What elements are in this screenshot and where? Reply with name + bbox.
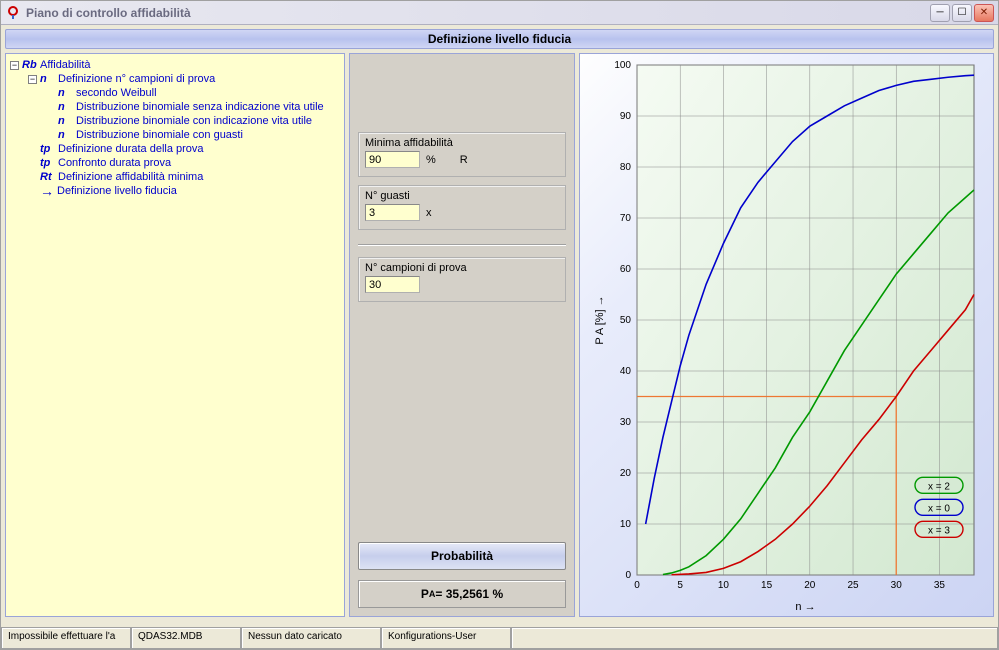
result-prefix: P	[421, 587, 429, 601]
field-failures: N° guasti x	[358, 185, 566, 230]
window-title: Piano di controllo affidabilità	[26, 6, 930, 20]
window-controls: ─ ☐ ✕	[930, 4, 994, 22]
line-chart: 0 5 10 15 20 25 30 35 0 10 20 30 40 50 60 70 80 90 100 n → P…	[589, 55, 984, 615]
tree-item[interactable]: tp Confronto durata prova	[10, 156, 340, 170]
svg-text:0: 0	[625, 570, 631, 581]
app-icon	[5, 5, 21, 21]
tp-icon: tp	[40, 157, 58, 169]
svg-text:5: 5	[677, 580, 683, 591]
tree-item[interactable]: Rt Definizione affidabilità minima	[10, 170, 340, 184]
chart-panel: 0 5 10 15 20 25 30 35 0 10 20 30 40 50 60 70 80 90 100 n → P…	[579, 53, 994, 617]
tree-label: Distribuzione binomiale senza indicazion…	[76, 101, 324, 113]
tree-item[interactable]: − n Definizione n° campioni di prova	[10, 72, 340, 86]
collapse-icon[interactable]: −	[28, 75, 37, 84]
tree-item[interactable]: tp Definizione durata della prova	[10, 142, 340, 156]
collapse-icon[interactable]: −	[10, 61, 19, 70]
svg-text:30: 30	[891, 580, 903, 591]
failures-input[interactable]	[365, 204, 420, 221]
navigation-tree[interactable]: − Rb Affidabilità − n Definizione n° cam…	[5, 53, 345, 617]
status-cell: QDAS32.MDB	[131, 628, 241, 649]
status-cell: Nessun dato caricato	[241, 628, 381, 649]
tree-label: Definizione affidabilità minima	[58, 171, 203, 183]
tree-label: Definizione livello fiducia	[57, 185, 177, 197]
status-cell-empty	[511, 628, 998, 649]
n-icon: n	[58, 129, 76, 141]
result-display: PA = 35,2561 %	[358, 580, 566, 608]
page-title: Definizione livello fiducia	[428, 32, 571, 46]
svg-text:20: 20	[620, 468, 632, 479]
samples-input[interactable]	[365, 276, 420, 293]
tree-label: Definizione n° campioni di prova	[58, 73, 215, 85]
tree-root[interactable]: − Rb Affidabilità	[10, 58, 340, 72]
tree-label: Distribuzione binomiale con guasti	[76, 129, 243, 141]
page-header: Definizione livello fiducia	[5, 29, 994, 49]
n-icon: n	[58, 87, 76, 99]
arrow-right-icon: →	[40, 186, 54, 196]
n-icon: n	[58, 115, 76, 127]
rt-icon: Rt	[40, 171, 58, 183]
svg-text:40: 40	[620, 366, 632, 377]
tree-item[interactable]: n secondo Weibull	[10, 86, 340, 100]
tree-item[interactable]: n Distribuzione binomiale senza indicazi…	[10, 100, 340, 114]
title-bar: Piano di controllo affidabilità ─ ☐ ✕	[1, 1, 998, 25]
svg-text:x = 2: x = 2	[928, 481, 950, 492]
main-area: − Rb Affidabilità − n Definizione n° cam…	[5, 53, 994, 617]
status-bar: Impossibile effettuare l'a QDAS32.MDB Ne…	[1, 627, 998, 649]
maximize-button[interactable]: ☐	[952, 4, 972, 22]
svg-text:n →: n →	[795, 601, 815, 613]
field-label: N° campioni di prova	[365, 262, 559, 274]
svg-text:35: 35	[934, 580, 946, 591]
svg-text:60: 60	[620, 264, 632, 275]
svg-text:25: 25	[847, 580, 859, 591]
suffix: R	[460, 154, 468, 166]
probability-button[interactable]: Probabilità	[358, 542, 566, 570]
field-samples: N° campioni di prova	[358, 257, 566, 302]
svg-text:10: 10	[620, 519, 632, 530]
rb-icon: Rb	[22, 59, 40, 71]
result-value: = 35,2561 %	[435, 587, 503, 601]
tree-label: Affidabilità	[40, 59, 91, 71]
tree-label: Distribuzione binomiale con indicazione …	[76, 115, 312, 127]
svg-text:x = 3: x = 3	[928, 525, 950, 536]
tree-label: secondo Weibull	[76, 87, 157, 99]
svg-text:15: 15	[761, 580, 773, 591]
svg-text:90: 90	[620, 111, 632, 122]
svg-text:50: 50	[620, 315, 632, 326]
field-label: N° guasti	[365, 190, 559, 202]
tree-item[interactable]: n Distribuzione binomiale con guasti	[10, 128, 340, 142]
tree-item[interactable]: n Distribuzione binomiale con indicazion…	[10, 114, 340, 128]
n-icon: n	[58, 101, 76, 113]
form-panel: Minima affidabilità % R N° guasti x N° c…	[349, 53, 575, 617]
svg-text:0: 0	[634, 580, 640, 591]
tree-label: Definizione durata della prova	[58, 143, 204, 155]
svg-text:P A [%] →: P A [%] →	[594, 295, 606, 344]
close-button[interactable]: ✕	[974, 4, 994, 22]
button-label: Probabilità	[431, 549, 493, 563]
n-icon: n	[40, 73, 58, 85]
status-cell: Impossibile effettuare l'a	[1, 628, 131, 649]
svg-text:20: 20	[804, 580, 816, 591]
unit: %	[426, 154, 436, 166]
field-label: Minima affidabilità	[365, 137, 559, 149]
tree-item-selected[interactable]: → Definizione livello fiducia	[10, 184, 340, 198]
svg-text:80: 80	[620, 162, 632, 173]
status-cell: Konfigurations-User	[381, 628, 511, 649]
svg-text:100: 100	[614, 60, 631, 71]
min-reliability-input[interactable]	[365, 151, 420, 168]
divider	[358, 244, 566, 245]
tp-icon: tp	[40, 143, 58, 155]
app-window: Piano di controllo affidabilità ─ ☐ ✕ De…	[0, 0, 999, 650]
field-min-reliability: Minima affidabilità % R	[358, 132, 566, 177]
minimize-button[interactable]: ─	[930, 4, 950, 22]
unit: x	[426, 207, 432, 219]
svg-text:10: 10	[718, 580, 730, 591]
svg-text:30: 30	[620, 417, 632, 428]
svg-text:70: 70	[620, 213, 632, 224]
svg-text:x = 0: x = 0	[928, 503, 950, 514]
tree-label: Confronto durata prova	[58, 157, 171, 169]
